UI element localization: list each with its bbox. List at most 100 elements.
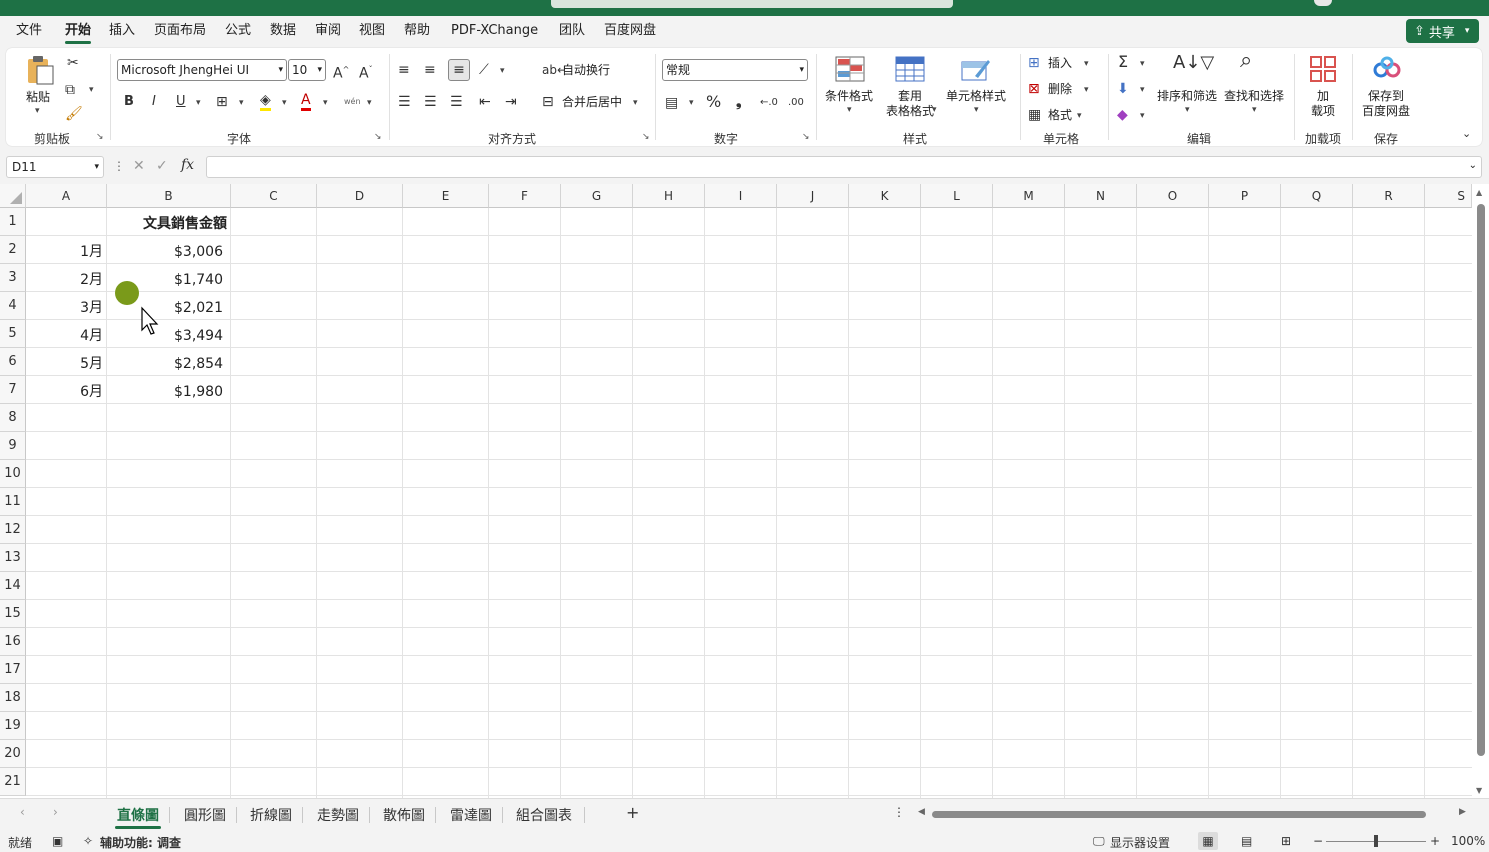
scroll-up-icon[interactable]: ▲ — [1476, 188, 1482, 197]
row-header[interactable]: 19 — [0, 712, 26, 740]
cancel-icon[interactable]: ✕ — [133, 158, 145, 174]
comma-style-icon[interactable]: ❟ — [736, 94, 742, 110]
copy-icon[interactable]: ⧉ — [65, 82, 75, 98]
italic-button[interactable]: I — [152, 94, 156, 110]
row-header[interactable]: 21 — [0, 768, 26, 796]
wrap-text-button[interactable]: 自动换行 — [562, 63, 610, 78]
cell-styles-button[interactable]: 单元格样式 — [946, 89, 1006, 104]
chevron-down-icon[interactable]: ▾ — [89, 85, 94, 95]
row-header[interactable]: 16 — [0, 628, 26, 656]
phonetic-icon[interactable]: wén — [344, 94, 361, 110]
sheet-tab[interactable]: 組合圖表 — [516, 805, 572, 825]
chevron-down-icon[interactable]: ▾ — [239, 98, 244, 108]
align-bottom-icon[interactable]: ≡ — [448, 59, 470, 81]
row-header[interactable]: 17 — [0, 656, 26, 684]
column-header[interactable]: N — [1065, 184, 1137, 208]
conditional-formatting-button[interactable]: 条件格式 — [825, 89, 873, 104]
cell-a6[interactable]: 5月 — [26, 350, 103, 378]
menu-home[interactable]: 开始 — [65, 22, 92, 44]
orientation-icon[interactable]: ⟋ — [479, 62, 489, 78]
chevron-down-icon[interactable]: ▾ — [1084, 59, 1089, 69]
scroll-left-icon[interactable]: ◀ — [918, 807, 925, 817]
row-header[interactable]: 15 — [0, 600, 26, 628]
row-header[interactable]: 13 — [0, 544, 26, 572]
borders-icon[interactable]: ⊞ — [216, 94, 228, 110]
cell-b2[interactable]: $3,006 — [107, 238, 223, 266]
cell-a5[interactable]: 4月 — [26, 322, 103, 350]
column-header[interactable]: C — [231, 184, 317, 208]
share-button[interactable]: ⇪ 共享 ▾ — [1406, 19, 1479, 43]
scrollbar-thumb[interactable] — [932, 811, 1426, 818]
sheet-tab[interactable]: 折線圖 — [250, 805, 292, 825]
insert-function-icon[interactable]: fx — [181, 157, 194, 173]
cell-b1[interactable]: 文具銷售金額 — [107, 210, 227, 238]
column-header[interactable]: Q — [1281, 184, 1353, 208]
row-header[interactable]: 9 — [0, 432, 26, 460]
more-icon[interactable]: ⋮ — [893, 805, 905, 819]
fill-icon[interactable]: ⬇ — [1117, 81, 1129, 97]
scroll-down-icon[interactable]: ▼ — [1476, 786, 1482, 795]
menu-help[interactable]: 帮助 — [404, 22, 430, 40]
menu-file[interactable]: 文件 — [16, 22, 42, 40]
row-header[interactable]: 1 — [0, 208, 26, 236]
more-icon[interactable]: ⋮ — [113, 158, 125, 174]
insert-cells-icon[interactable]: ⊞ — [1028, 55, 1040, 71]
accessibility-status[interactable]: 辅助功能: 调查 — [100, 834, 181, 851]
font-size-combo[interactable]: 10 ▾ — [288, 59, 326, 81]
cell-a3[interactable]: 2月 — [26, 266, 103, 294]
chevron-down-icon[interactable]: ▾ — [1077, 111, 1082, 121]
fill-color-icon[interactable]: ◈ — [260, 92, 271, 111]
chevron-down-icon[interactable]: ▾ — [847, 105, 852, 115]
menu-team[interactable]: 团队 — [559, 22, 585, 40]
font-grow-icon[interactable]: A^ — [333, 62, 349, 82]
chevron-down-icon[interactable]: ▾ — [1252, 105, 1257, 115]
find-select-button[interactable]: 查找和选择 — [1224, 89, 1284, 104]
row-header[interactable]: 2 — [0, 236, 26, 264]
column-header[interactable]: B — [107, 184, 231, 208]
align-left-icon[interactable]: ☰ — [398, 94, 411, 110]
cell-b7[interactable]: $1,980 — [107, 378, 223, 406]
number-format-combo[interactable]: 常规 ▾ — [662, 59, 808, 81]
cell-b5[interactable]: $3,494 — [107, 322, 223, 350]
column-header[interactable]: I — [705, 184, 777, 208]
row-header[interactable]: 18 — [0, 684, 26, 712]
avatar[interactable] — [1314, 0, 1332, 6]
menu-data[interactable]: 数据 — [270, 22, 296, 40]
cell-b6[interactable]: $2,854 — [107, 350, 223, 378]
row-header[interactable]: 12 — [0, 516, 26, 544]
dialog-launcher-icon[interactable]: ↘ — [96, 132, 104, 142]
row-header[interactable]: 20 — [0, 740, 26, 768]
underline-button[interactable]: U — [176, 94, 186, 110]
menu-page-layout[interactable]: 页面布局 — [154, 22, 206, 40]
chevron-down-icon[interactable]: ▾ — [500, 66, 505, 76]
column-header[interactable]: E — [403, 184, 489, 208]
row-header[interactable]: 14 — [0, 572, 26, 600]
paste-label[interactable]: 粘贴 — [26, 90, 50, 105]
scrollbar-thumb[interactable] — [1477, 204, 1485, 756]
sort-filter-button[interactable]: 排序和筛选 — [1157, 89, 1217, 104]
column-header[interactable]: H — [633, 184, 705, 208]
percent-icon[interactable]: % — [706, 94, 721, 110]
chevron-down-icon[interactable]: ▾ — [282, 98, 287, 108]
align-middle-icon[interactable]: ≡ — [424, 62, 436, 78]
decrease-indent-icon[interactable]: ⇤ — [479, 94, 491, 110]
row-header[interactable]: 5 — [0, 320, 26, 348]
cell-a7[interactable]: 6月 — [26, 378, 103, 406]
formula-input[interactable]: ⌄ — [206, 156, 1482, 178]
sheet-tab[interactable]: 散佈圖 — [383, 805, 425, 825]
delete-cells-icon[interactable]: ⊠ — [1028, 81, 1040, 97]
dialog-launcher-icon[interactable]: ↘ — [642, 132, 650, 142]
chevron-down-icon[interactable]: ▾ — [689, 98, 694, 108]
chevron-down-icon[interactable]: ▾ — [323, 98, 328, 108]
column-header[interactable]: S — [1425, 184, 1472, 208]
increase-indent-icon[interactable]: ⇥ — [505, 94, 517, 110]
vertical-scrollbar[interactable]: ▲ ▼ — [1472, 184, 1489, 798]
row-header[interactable]: 8 — [0, 404, 26, 432]
decrease-decimal-icon[interactable]: .00 — [788, 95, 804, 111]
horizontal-scrollbar[interactable]: ◀ ▶ — [916, 807, 1470, 821]
chevron-down-icon[interactable]: ▾ — [196, 98, 201, 108]
column-header[interactable]: G — [561, 184, 633, 208]
merge-center-button[interactable]: 合并后居中 — [562, 95, 622, 110]
sheet-tab[interactable]: 圓形圖 — [184, 805, 226, 825]
cut-icon[interactable]: ✂ — [67, 55, 79, 71]
